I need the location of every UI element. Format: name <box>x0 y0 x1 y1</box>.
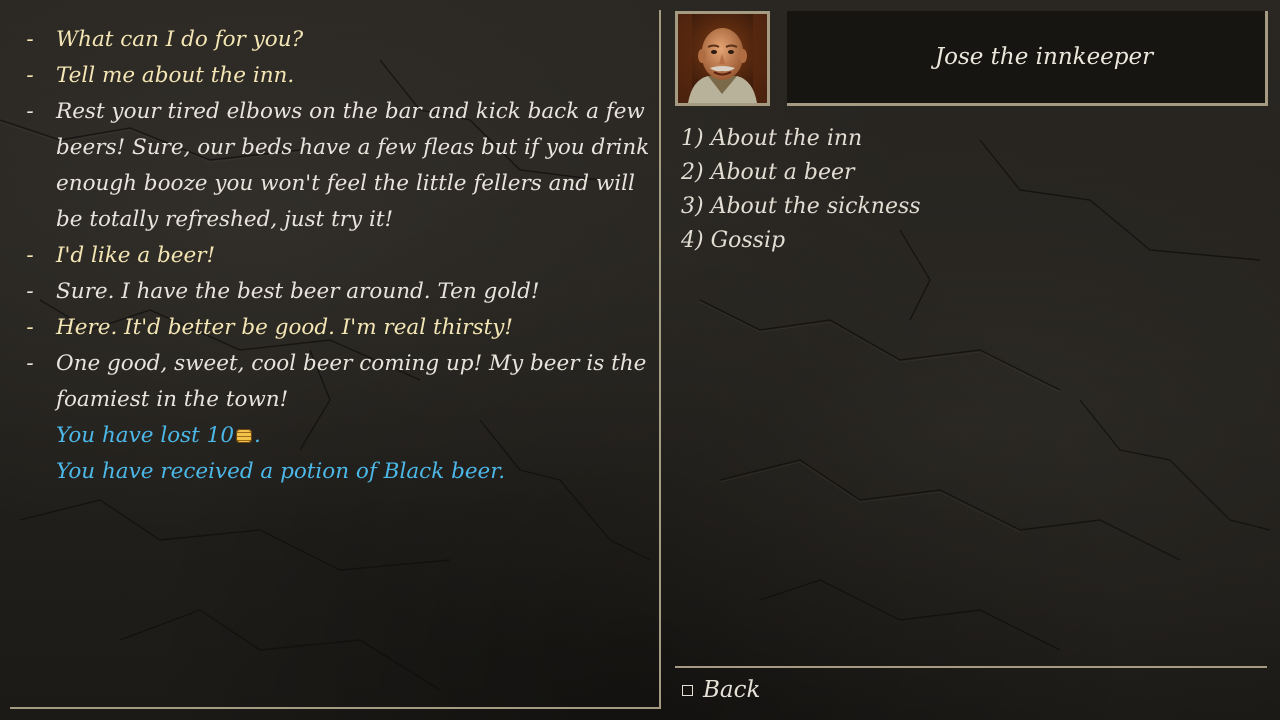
back-checkbox-icon <box>682 684 693 696</box>
log-entry: - One good, sweet, cool beer coming up! M… <box>20 346 650 418</box>
dialog-option-about-sickness[interactable]: 3) About the sickness <box>681 190 921 224</box>
system-message-gold-lost: You have lost 10. <box>20 418 650 454</box>
dialog-option-about-beer[interactable]: 2) About a beer <box>681 156 921 190</box>
npc-portrait <box>675 11 770 106</box>
log-dash: - <box>26 27 34 52</box>
dialog-divider <box>675 666 1267 668</box>
log-entry-text: Here. It'd better be good. I'm real thir… <box>56 315 514 340</box>
log-entry: - I'd like a beer! <box>20 238 650 274</box>
conversation-log: - What can I do for you? - Tell me about t… <box>20 22 650 490</box>
log-dash: - <box>26 315 34 340</box>
log-entry-text: Rest your tired elbows on the bar and ki… <box>56 99 650 232</box>
dialog-options-list: 1) About the inn 2) About a beer 3) Abou… <box>681 122 921 258</box>
system-message-text: You have received a potion of Black beer… <box>56 459 506 484</box>
system-message-text: You have lost 10 <box>56 423 235 448</box>
log-entry: - Tell me about the inn. <box>20 58 650 94</box>
log-entry: - Here. It'd better be good. I'm real thi… <box>20 310 650 346</box>
npc-name: Jose the innkeeper <box>934 44 1154 70</box>
system-message-item-received: You have received a potion of Black beer… <box>20 454 650 490</box>
innkeeper-portrait-image <box>678 14 767 103</box>
log-dash: - <box>26 279 34 304</box>
log-entry: - What can I do for you? <box>20 22 650 58</box>
system-message-suffix: . <box>254 423 261 448</box>
log-entry-text: One good, sweet, cool beer coming up! My… <box>56 351 647 412</box>
log-entry-text: Sure. I have the best beer around. Ten g… <box>56 279 540 304</box>
log-entry-text: I'd like a beer! <box>56 243 216 268</box>
log-entry-text: What can I do for you? <box>56 27 304 52</box>
back-button[interactable]: Back <box>682 674 760 706</box>
log-dash: - <box>26 63 34 88</box>
dialog-option-about-inn[interactable]: 1) About the inn <box>681 122 921 156</box>
log-dash: - <box>26 243 34 268</box>
log-entry: - Rest your tired elbows on the bar and k… <box>20 94 650 238</box>
log-entry-text: Tell me about the inn. <box>56 63 295 88</box>
back-button-label: Back <box>703 677 761 703</box>
log-dash: - <box>26 351 34 376</box>
log-dash: - <box>26 99 34 124</box>
dialog-option-gossip[interactable]: 4) Gossip <box>681 224 921 258</box>
gold-coins-icon <box>236 429 253 443</box>
log-entry: - Sure. I have the best beer around. Ten … <box>20 274 650 310</box>
conversation-log-panel[interactable]: - What can I do for you? - Tell me about t… <box>10 10 661 709</box>
npc-name-plate: Jose the innkeeper <box>787 11 1268 106</box>
